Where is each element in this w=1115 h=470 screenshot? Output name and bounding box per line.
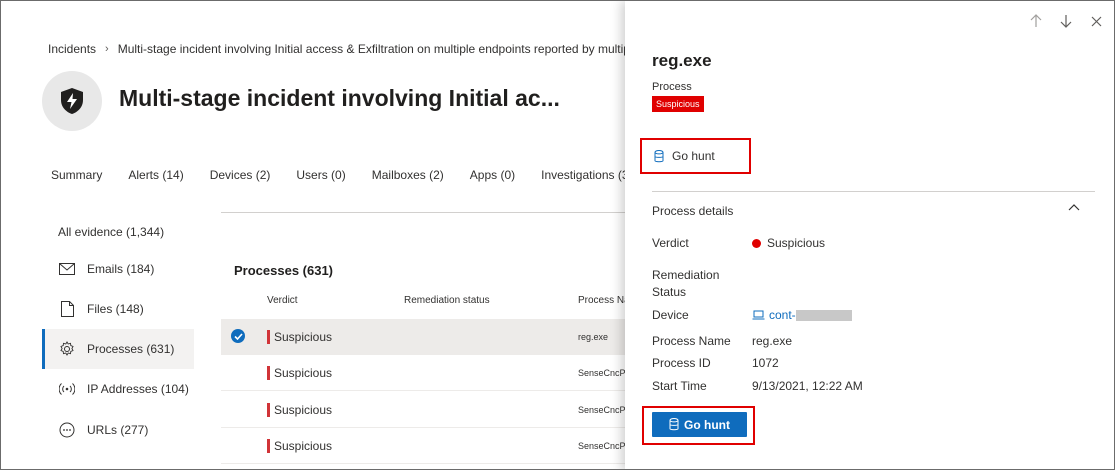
sidebar-item-files[interactable]: Files (148) [42,289,194,329]
process-id-value: 1072 [752,356,779,370]
verdict-value: Suspicious [752,236,825,250]
broadcast-icon [58,380,76,398]
verdict-cell: Suspicious [267,439,332,453]
verdict-cell: Suspicious [267,403,332,417]
chevron-up-icon[interactable] [1067,201,1081,215]
table-row[interactable]: Suspicious SenseCncP [221,392,631,428]
tab-mailboxes[interactable]: Mailboxes (2) [372,168,444,182]
sidebar-item-emails[interactable]: Emails (184) [42,249,194,289]
verdict-cell: Suspicious [267,366,332,380]
hunt-icon [654,149,664,163]
suspicious-indicator [267,403,270,417]
verdict-cell: Suspicious [267,330,332,344]
sidebar-item-label: Files (148) [87,302,144,316]
breadcrumb: Incidents › Multi-stage incident involvi… [48,42,630,56]
verdict-label: Verdict [652,236,689,250]
sidebar-item-processes[interactable]: Processes (631) [42,329,194,369]
device-label: Device [652,308,689,322]
incident-avatar [42,71,102,131]
hunt-icon [669,418,679,431]
panel-subtitle: Process [652,81,692,93]
mail-icon [58,260,76,278]
sidebar-item-label: IP Addresses (104) [87,382,189,396]
close-icon[interactable] [1088,13,1104,29]
page-title: Multi-stage incident involving Initial a… [119,85,560,111]
laptop-icon [752,310,765,320]
go-hunt-link-label: Go hunt [672,149,715,163]
process-details-panel: reg.exe Process Suspicious Go hunt Proce… [625,1,1114,469]
status-badge: Suspicious [652,96,704,112]
suspicious-indicator [267,330,270,344]
section-title-process-details[interactable]: Process details [652,204,733,218]
link-icon [58,421,76,439]
gear-icon [58,340,76,358]
start-time-value: 9/13/2021, 12:22 AM [752,379,863,393]
chevron-right-icon: › [105,43,109,55]
file-icon [58,300,76,318]
device-value: cont- [752,308,852,322]
suspicious-indicator [267,366,270,380]
arrow-down-icon[interactable] [1058,13,1074,29]
app-window: Incidents › Multi-stage incident involvi… [0,0,1115,470]
processes-title: Processes (631) [234,263,334,278]
column-header-verdict[interactable]: Verdict [267,295,298,306]
sidebar-item-label: URLs (277) [87,423,149,437]
table-row[interactable]: Suspicious reg.exe [221,319,631,355]
verdict-text: Suspicious [274,330,333,344]
divider [652,191,1095,192]
tab-devices[interactable]: Devices (2) [210,168,271,182]
process-name-cell: SenseCncP [578,405,626,415]
sidebar-item-all-evidence[interactable]: All evidence (1,344) [58,225,164,239]
remediation-status-label: Remediation Status [652,268,720,299]
process-name-value: reg.exe [752,334,793,348]
go-hunt-button-label: Go hunt [684,417,730,432]
tab-investigations[interactable]: Investigations (3) [541,168,632,182]
verdict-text: Suspicious [274,403,333,417]
go-hunt-button[interactable]: Go hunt [652,412,747,437]
sidebar-item-label: Processes (631) [87,342,175,356]
start-time-label: Start Time [652,379,707,393]
breadcrumb-current: Multi-stage incident involving Initial a… [117,42,630,56]
tab-alerts[interactable]: Alerts (14) [128,168,183,182]
divider [221,212,631,213]
process-name-cell: reg.exe [578,332,609,342]
breadcrumb-incidents-link[interactable]: Incidents [48,42,96,56]
process-name-cell: SenseCncP [578,441,626,451]
process-name-cell: SenseCncP [578,368,626,378]
column-header-remediation-status[interactable]: Remediation status [404,295,490,306]
process-name-label: Process Name [652,334,731,348]
tab-bar: Summary Alerts (14) Devices (2) Users (0… [51,168,659,182]
arrow-up-icon[interactable] [1028,13,1044,29]
tab-users[interactable]: Users (0) [296,168,345,182]
device-link[interactable]: cont- [752,308,852,322]
sidebar-item-label: Emails (184) [87,262,155,276]
go-hunt-link[interactable]: Go hunt [654,149,715,163]
verdict-value-text: Suspicious [767,236,826,250]
column-header-process-name[interactable]: Process Na [578,295,630,306]
shield-lightning-icon [61,88,83,114]
process-id-label: Process ID [652,356,711,370]
sidebar-item-ip-addresses[interactable]: IP Addresses (104) [42,369,194,409]
verdict-text: Suspicious [274,439,333,453]
tab-summary[interactable]: Summary [51,168,102,182]
checkmark-icon[interactable] [231,329,245,343]
panel-toolbar [1028,13,1104,29]
verdict-text: Suspicious [274,366,333,380]
redacted-text [795,309,852,321]
table-row[interactable]: Suspicious SenseCncP [221,355,631,391]
tab-apps[interactable]: Apps (0) [470,168,515,182]
device-name: cont- [769,308,796,322]
suspicious-dot [752,238,761,248]
table-row[interactable]: Suspicious SenseCncP [221,428,631,464]
suspicious-indicator [267,439,270,453]
panel-title: reg.exe [652,51,712,70]
sidebar-item-urls[interactable]: URLs (277) [42,410,194,450]
